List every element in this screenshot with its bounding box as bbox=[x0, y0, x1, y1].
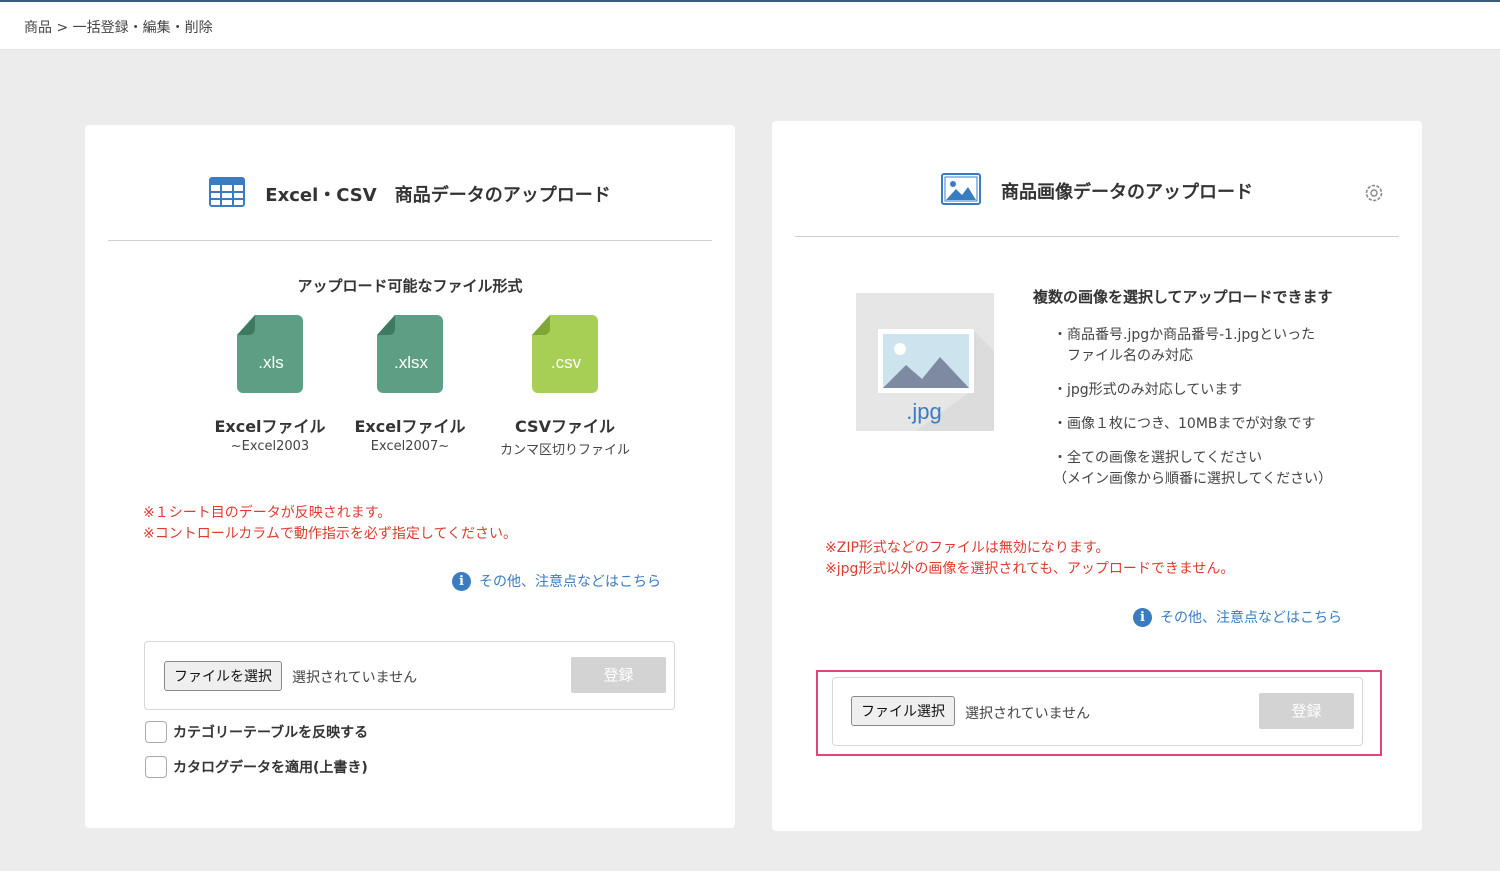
list-item: ・商品番号.jpgか商品番号-1.jpgといった ファイル名のみ対応 bbox=[1053, 327, 1316, 364]
csv-file-icon: .csv bbox=[532, 315, 598, 393]
file-format-heading: アップロード可能なファイル形式 bbox=[297, 277, 523, 295]
card-header: Excel・CSV 商品データのアップロード bbox=[108, 125, 712, 241]
catalog-data-checkbox[interactable] bbox=[145, 756, 167, 778]
image-requirements-list: ・商品番号.jpgか商品番号-1.jpgといった ファイル名のみ対応 ・jpg形… bbox=[1053, 325, 1332, 503]
xlsx-file-icon: .xlsx bbox=[377, 315, 443, 393]
file-type-name: Excelファイル bbox=[214, 417, 326, 436]
multi-image-heading: 複数の画像を選択してアップロードできます bbox=[1033, 288, 1333, 306]
file-type-xls: .xls Excelファイル ~Excel2003 bbox=[200, 313, 340, 454]
highlight-box bbox=[816, 670, 1382, 756]
file-type-desc: Excel2007~ bbox=[370, 439, 450, 454]
notes-info-link[interactable]: i その他、注意点などはこちら bbox=[1133, 607, 1342, 627]
warning-note: ※ZIP形式などのファイルは無効になります。 bbox=[825, 540, 1110, 556]
checkbox-label: カタログデータを適用(上書き) bbox=[173, 760, 368, 776]
top-bar: 商品 > 一括登録・編集・削除 bbox=[0, 0, 1500, 50]
file-type-name: CSVファイル bbox=[515, 417, 615, 436]
category-table-checkbox[interactable] bbox=[145, 721, 167, 743]
file-type-desc: ~Excel2003 bbox=[230, 439, 310, 454]
file-type-desc: カンマ区切りファイル bbox=[499, 443, 630, 458]
file-type-name: Excelファイル bbox=[354, 417, 466, 436]
register-button[interactable]: 登録 bbox=[571, 657, 666, 693]
gear-icon[interactable] bbox=[1362, 181, 1386, 209]
list-item: ・jpg形式のみ対応しています bbox=[1053, 382, 1243, 398]
file-ext-label: .xls bbox=[258, 353, 284, 372]
info-link-label: その他、注意点などはこちら bbox=[479, 574, 661, 590]
warning-note: ※jpg形式以外の画像を選択されても、アップロードできません。 bbox=[825, 561, 1235, 577]
category-table-option[interactable]: カテゴリーテーブルを反映する bbox=[145, 721, 368, 743]
file-ext-label: .xlsx bbox=[394, 353, 429, 372]
excel-csv-upload-card: Excel・CSV 商品データのアップロード アップロード可能なファイル形式 .… bbox=[85, 125, 735, 828]
checkbox-label: カテゴリーテーブルを反映する bbox=[173, 725, 369, 741]
jpg-sample-image: .jpg bbox=[856, 293, 994, 435]
notes-info-link[interactable]: i その他、注意点などはこちら bbox=[452, 571, 661, 591]
list-item: ・画像１枚につき、10MBまでが対象です bbox=[1053, 416, 1316, 432]
table-icon bbox=[209, 177, 246, 211]
file-upload-box: ファイルを選択 選択されていません 登録 bbox=[144, 641, 675, 710]
xls-file-icon: .xls bbox=[237, 315, 303, 393]
choose-file-button[interactable]: ファイルを選択 bbox=[164, 661, 282, 691]
file-ext-label: .csv bbox=[551, 353, 582, 372]
warning-note: ※コントロールカラムで動作指示を必ず指定してください。 bbox=[143, 526, 518, 542]
file-status: 選択されていません bbox=[292, 670, 418, 686]
warning-note: ※１シート目のデータが反映されます。 bbox=[143, 505, 392, 521]
file-type-csv: .csv CSVファイル カンマ区切りファイル bbox=[490, 313, 640, 458]
warning-notes: ※１シート目のデータが反映されます。 ※コントロールカラムで動作指示を必ず指定し… bbox=[143, 503, 517, 545]
info-link-label: その他、注意点などはこちら bbox=[1160, 610, 1342, 626]
warning-notes: ※ZIP形式などのファイルは無効になります。 ※jpg形式以外の画像を選択されて… bbox=[825, 538, 1234, 580]
jpg-label: .jpg bbox=[906, 399, 941, 424]
card-header: 商品画像データのアップロード bbox=[795, 121, 1399, 237]
card-title: Excel・CSV 商品データのアップロード bbox=[265, 185, 611, 206]
list-item: ・全ての画像を選択してください （メイン画像から順番に選択してください） bbox=[1053, 450, 1333, 487]
catalog-data-option[interactable]: カタログデータを適用(上書き) bbox=[145, 756, 368, 778]
info-icon: i bbox=[452, 571, 471, 591]
file-type-xlsx: .xlsx Excelファイル Excel2007~ bbox=[340, 313, 480, 454]
info-icon: i bbox=[1133, 607, 1152, 627]
card-title: 商品画像データのアップロード bbox=[1001, 182, 1253, 203]
breadcrumb: 商品 > 一括登録・編集・削除 bbox=[24, 20, 213, 36]
image-icon bbox=[941, 173, 981, 209]
